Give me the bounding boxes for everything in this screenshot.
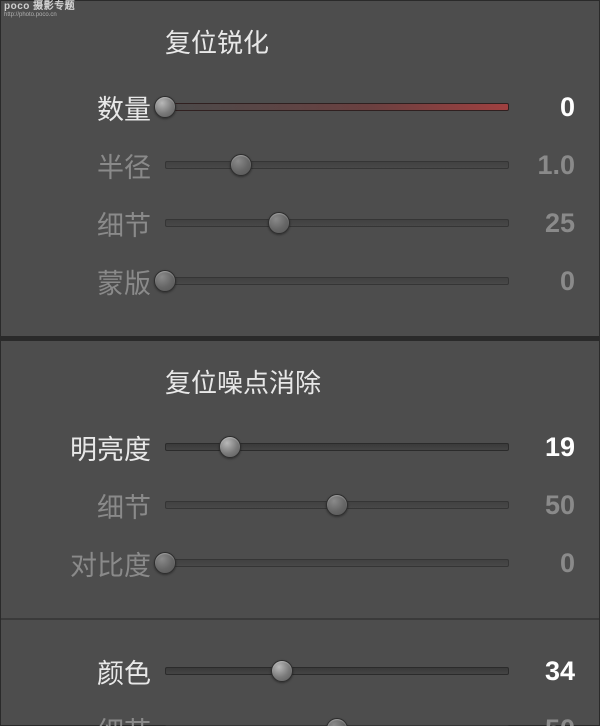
luminance-label: 明亮度 bbox=[25, 428, 165, 467]
lum-detail-label: 细节 bbox=[25, 486, 165, 525]
slider-track bbox=[165, 559, 509, 567]
slider-thumb[interactable] bbox=[268, 212, 290, 234]
slider-thumb[interactable] bbox=[271, 660, 293, 682]
masking-label: 蒙版 bbox=[25, 262, 165, 301]
luminance-value[interactable]: 19 bbox=[509, 432, 575, 463]
slider-row-detail: 细节 25 bbox=[25, 194, 575, 252]
masking-slider[interactable] bbox=[165, 269, 509, 293]
slider-track bbox=[165, 103, 509, 111]
noise-luminance-section: 复位噪点消除 明亮度 19 细节 50 对比度 0 bbox=[1, 341, 599, 620]
color-slider[interactable] bbox=[165, 659, 509, 683]
sharpening-section: 复位锐化 数量 0 半径 1.0 细节 25 bbox=[1, 1, 599, 341]
color-value[interactable]: 34 bbox=[509, 656, 575, 687]
slider-thumb[interactable] bbox=[154, 552, 176, 574]
slider-track bbox=[165, 443, 509, 451]
contrast-value[interactable]: 0 bbox=[509, 548, 575, 579]
slider-row-color: 颜色 34 bbox=[25, 642, 575, 700]
slider-row-luminance: 明亮度 19 bbox=[25, 418, 575, 476]
slider-row-col-detail: 细节 50 bbox=[25, 700, 575, 726]
luminance-slider[interactable] bbox=[165, 435, 509, 459]
detail-panel: 复位锐化 数量 0 半径 1.0 细节 25 bbox=[0, 0, 600, 726]
radius-slider[interactable] bbox=[165, 153, 509, 177]
slider-row-masking: 蒙版 0 bbox=[25, 252, 575, 310]
slider-thumb[interactable] bbox=[154, 96, 176, 118]
slider-row-radius: 半径 1.0 bbox=[25, 136, 575, 194]
slider-thumb[interactable] bbox=[326, 494, 348, 516]
slider-thumb[interactable] bbox=[326, 718, 348, 726]
lum-detail-value[interactable]: 50 bbox=[509, 490, 575, 521]
col-detail-value[interactable]: 50 bbox=[509, 714, 575, 726]
amount-value[interactable]: 0 bbox=[509, 92, 575, 123]
noise-reduction-title: 复位噪点消除 bbox=[25, 363, 575, 400]
col-detail-label: 细节 bbox=[25, 710, 165, 726]
lum-detail-slider[interactable] bbox=[165, 493, 509, 517]
masking-value[interactable]: 0 bbox=[509, 266, 575, 297]
detail-slider[interactable] bbox=[165, 211, 509, 235]
noise-color-section: 颜色 34 细节 50 平滑度 50 bbox=[1, 620, 599, 726]
slider-thumb[interactable] bbox=[154, 270, 176, 292]
detail-value[interactable]: 25 bbox=[509, 208, 575, 239]
slider-row-lum-detail: 细节 50 bbox=[25, 476, 575, 534]
slider-track bbox=[165, 219, 509, 227]
contrast-label: 对比度 bbox=[25, 544, 165, 583]
col-detail-slider[interactable] bbox=[165, 717, 509, 726]
slider-track bbox=[165, 161, 509, 169]
slider-track bbox=[165, 667, 509, 675]
amount-label: 数量 bbox=[25, 88, 165, 127]
contrast-slider[interactable] bbox=[165, 551, 509, 575]
sharpening-title: 复位锐化 bbox=[25, 23, 575, 60]
slider-thumb[interactable] bbox=[219, 436, 241, 458]
slider-row-amount: 数量 0 bbox=[25, 78, 575, 136]
radius-label: 半径 bbox=[25, 146, 165, 185]
color-label: 颜色 bbox=[25, 652, 165, 691]
slider-thumb[interactable] bbox=[230, 154, 252, 176]
amount-slider[interactable] bbox=[165, 95, 509, 119]
slider-row-contrast: 对比度 0 bbox=[25, 534, 575, 592]
radius-value[interactable]: 1.0 bbox=[509, 150, 575, 181]
detail-label: 细节 bbox=[25, 204, 165, 243]
poco-watermark: poco 摄影专题 http://photo.poco.cn bbox=[4, 2, 75, 18]
slider-track bbox=[165, 277, 509, 285]
